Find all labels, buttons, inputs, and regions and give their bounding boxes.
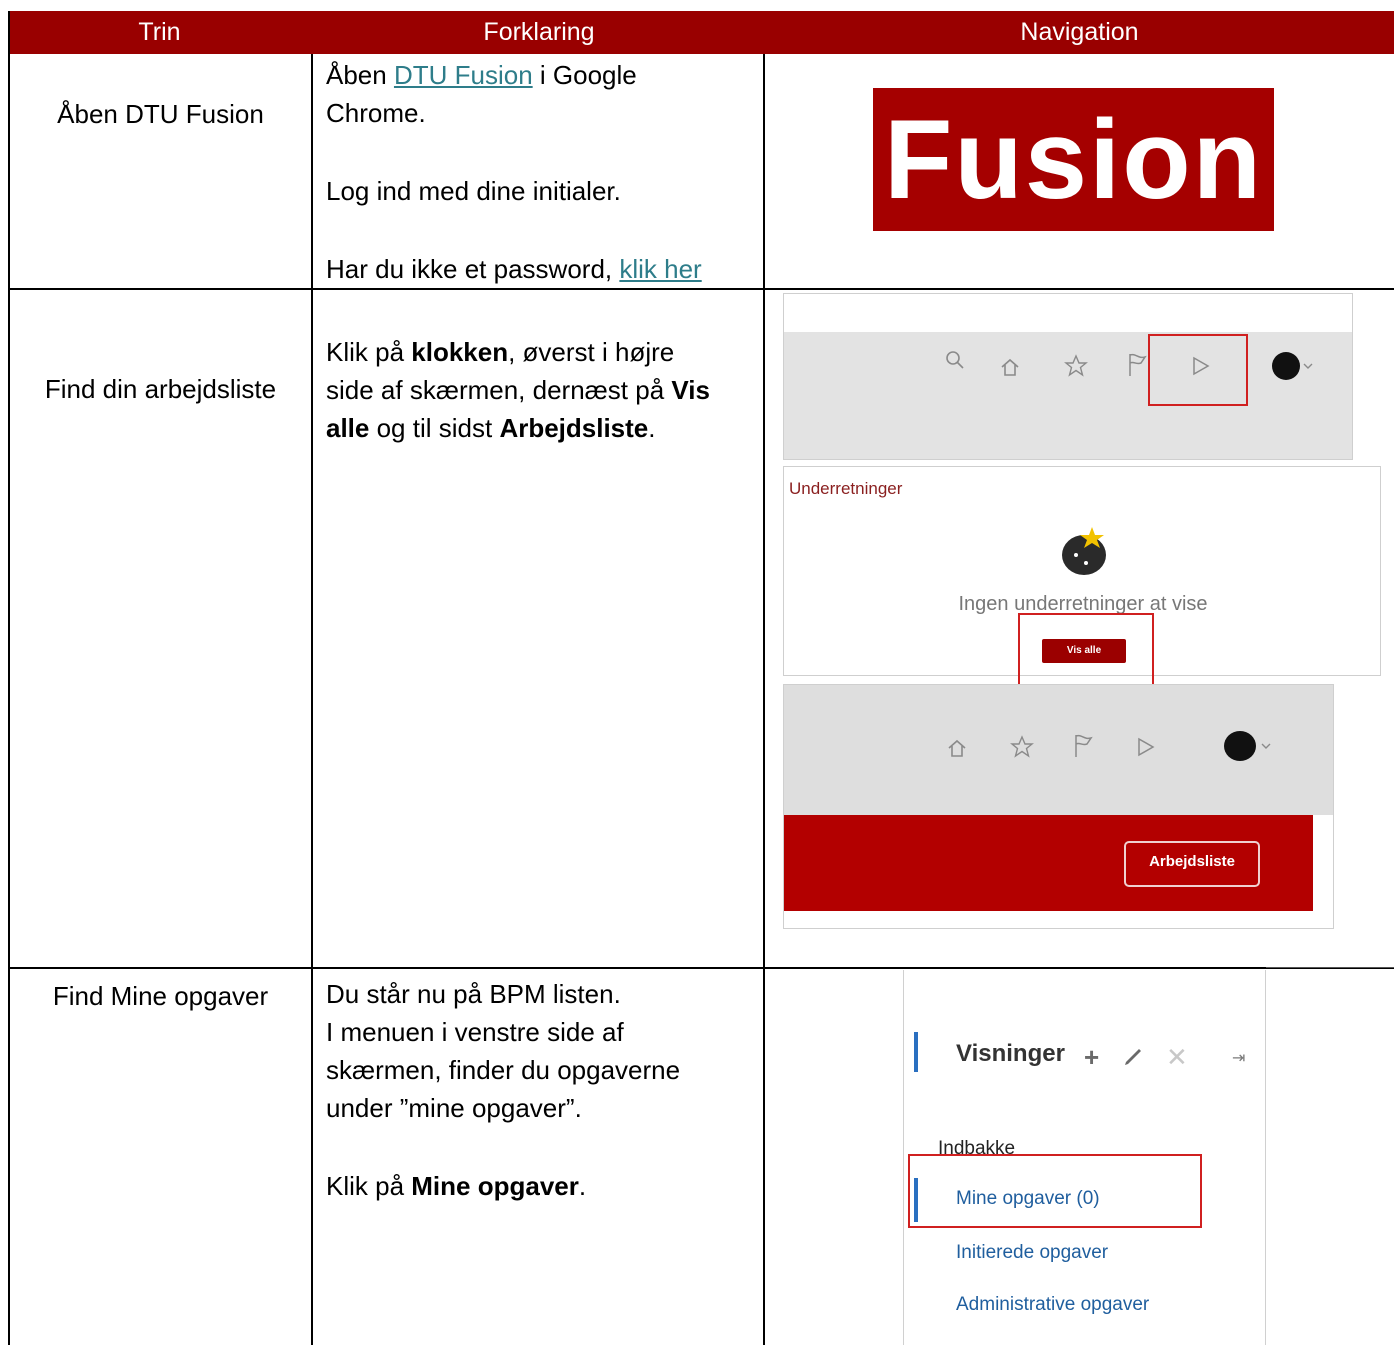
flag-icon [1072,733,1094,766]
row-divider-2 [8,967,1394,969]
bold-text: alle [326,413,370,443]
avatar[interactable] [1222,729,1286,770]
step-find-my-tasks: Find Mine opgaver [52,981,269,1011]
notifications-screenshot: Underretninger Ingen underretninger at v… [783,466,1381,693]
explanation-row-3: Du står nu på BPM listen. I menuen i ven… [326,975,756,1205]
header-navigation: Navigation [1020,18,1139,46]
text: . [648,413,656,443]
step-open-fusion: Åben DTU Fusion [57,99,264,129]
star-icon [1010,735,1034,766]
text: Log ind med dine initialer. [326,176,621,206]
row-divider-1 [8,288,1394,290]
text: side af skærmen, dernæst på [326,375,672,405]
search-icon [944,349,966,378]
notifications-title: Underretninger [789,479,903,498]
step-find-worklist: Find din arbejdsliste [44,374,277,404]
header-forklaring: Forklaring [483,18,595,46]
dtu-fusion-link[interactable]: DTU Fusion [394,60,533,90]
fusion-logo: Fusion [873,88,1274,231]
star-icon [1064,354,1088,385]
my-tasks-highlight [908,1154,1202,1228]
text: skærmen, finder du opgaverne [326,1055,681,1085]
header-trin: Trin [138,18,181,46]
worklist-screenshot: Arbejdsliste [783,684,1334,929]
text: Chrome. [326,98,426,128]
add-icon[interactable]: + [1084,1042,1099,1073]
accent-bar [914,1032,918,1072]
text: Klik på [326,1171,412,1201]
row-divider-tail [1266,967,1394,968]
menu-item-initiated-tasks[interactable]: Initierede opgaver [956,1242,1108,1264]
views-title: Visninger [956,1040,1065,1067]
text: Har du ikke et password, [326,254,620,284]
empty-state-icon [1054,525,1114,582]
vis-alle-highlight [1018,613,1154,693]
flag-icon [1126,352,1148,385]
text: og til sidst [369,413,500,443]
text: Du står nu på BPM listen. [326,979,621,1009]
views-menu-screenshot: Visninger + ✕ ⇥ Indbakke Mine opgaver (0… [903,970,1266,1345]
arbejdsliste-button[interactable]: Arbejdsliste [1124,841,1260,887]
password-link[interactable]: klik her [619,254,701,284]
explanation-row-1: Åben DTU Fusion i Google Chrome. Log ind… [326,56,756,288]
table-border-left [8,11,10,1345]
text: . [578,1171,587,1201]
menu-item-admin-tasks[interactable]: Administrative opgaver [956,1294,1149,1316]
explanation-row-2: Klik på klokken, øverst i højre side af … [326,333,756,447]
avatar[interactable] [1270,350,1314,389]
edit-icon[interactable] [1122,1046,1144,1073]
text: I menuen i venstre side af [326,1017,624,1047]
home-icon [946,737,968,766]
table-header-row: Trin Forklaring Navigation [8,11,1394,54]
bold-text: Vis [671,375,710,405]
bell-highlight [1148,334,1248,406]
bold-text: Mine opgaver [411,1171,579,1201]
bell-icon[interactable] [1134,735,1158,766]
toolbar-screenshot [783,293,1353,460]
toolbar-bar [784,332,1352,459]
pin-icon[interactable]: ⇥ [1232,1048,1245,1068]
text: , øverst i højre [508,337,675,367]
column-divider-1 [311,54,313,1345]
text: under ”mine opgaver”. [326,1093,582,1123]
bold-text: Arbejdsliste [499,413,649,443]
bold-text: klokken [411,337,509,367]
text: Klik på [326,337,412,367]
home-icon [999,356,1021,385]
text: Åben [326,60,394,90]
text: i Google [532,60,637,90]
column-divider-2 [763,54,765,1345]
delete-icon: ✕ [1166,1042,1188,1072]
